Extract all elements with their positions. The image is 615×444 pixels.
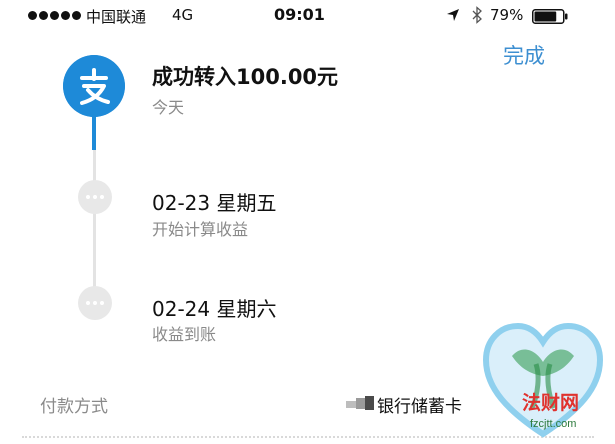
battery-icon — [532, 9, 568, 24]
watermark-url: fzcjtt.com — [530, 418, 577, 430]
network-type: 4G — [172, 6, 194, 24]
timeline-pending-dot-icon — [78, 180, 112, 214]
watermark-text: 法财网 — [522, 392, 580, 414]
earnings-arrival-date: 02-24 星期六 — [152, 297, 277, 321]
done-button[interactable]: 完成 — [503, 40, 545, 70]
battery-percent: 79% — [490, 6, 524, 24]
signal-strength-icon — [28, 11, 81, 20]
transfer-success-title: 成功转入100.00元 — [152, 65, 339, 89]
earnings-start-date: 02-23 星期五 — [152, 191, 277, 215]
location-arrow-icon — [447, 9, 459, 21]
carrier-name: 中国联通 — [86, 8, 147, 26]
payment-method-value: 银行储蓄卡 — [377, 397, 462, 417]
alipay-logo-icon — [63, 55, 125, 117]
earnings-start-label: 开始计算收益 — [152, 220, 249, 239]
status-time: 09:01 — [274, 5, 325, 24]
timeline-track-active — [92, 112, 96, 150]
transfer-date: 今天 — [152, 98, 185, 117]
bluetooth-icon — [472, 6, 482, 24]
screen: 中国联通 4G 09:01 79% 完成 成功转入100.00元 今天 02-2… — [0, 0, 615, 444]
earnings-arrival-label: 收益到账 — [152, 325, 217, 344]
payment-method-label: 付款方式 — [40, 397, 108, 417]
status-bar: 中国联通 4G 09:01 79% — [0, 0, 615, 34]
redacted-bank-name — [346, 396, 374, 410]
battery-level-fill — [534, 11, 557, 22]
timeline-pending-dot-icon — [78, 286, 112, 320]
